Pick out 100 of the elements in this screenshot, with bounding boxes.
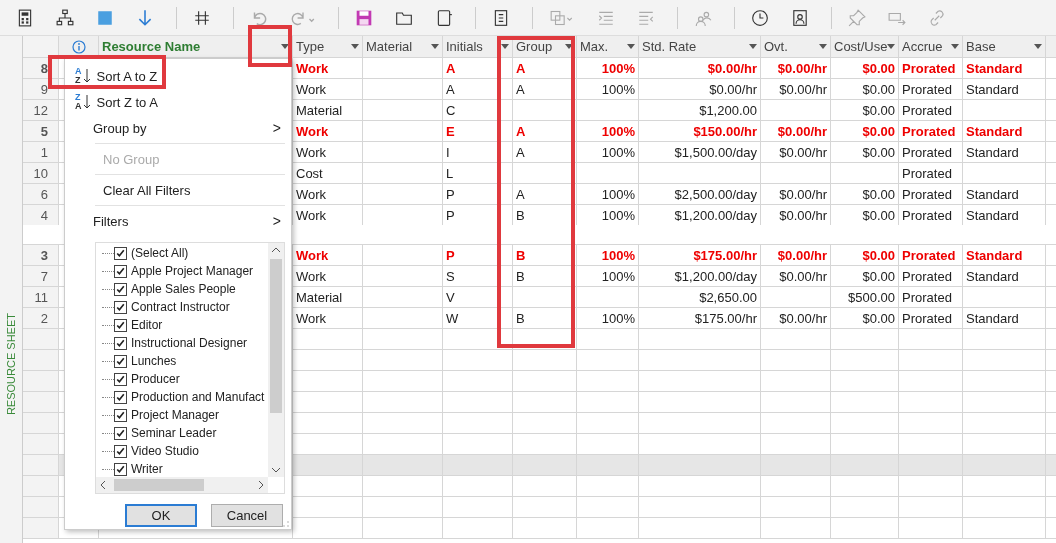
column-header[interactable]: Accrue [899, 36, 963, 57]
checkbox[interactable] [114, 408, 127, 422]
row-header[interactable]: 4 [23, 205, 59, 225]
table-cell: A [516, 81, 525, 97]
table-cell: Work [296, 247, 329, 263]
vertical-scrollbar[interactable] [268, 243, 284, 477]
table-cell: P [446, 207, 455, 223]
resize-grip-icon[interactable] [283, 521, 289, 527]
filter-option[interactable]: Producer [96, 370, 268, 388]
checkbox[interactable] [114, 390, 127, 404]
horizontal-scrollbar[interactable] [96, 477, 268, 493]
filter-option[interactable]: Instructional Designer [96, 334, 268, 352]
filter-option[interactable]: Lunches [96, 352, 268, 370]
row-header[interactable]: 3 [23, 245, 59, 265]
filter-option[interactable]: Seminar Leader [96, 424, 268, 442]
square-icon[interactable] [96, 8, 114, 27]
menu-item[interactable]: Group by > [65, 115, 291, 141]
table-cell: 100% [601, 247, 635, 263]
table-cell: Prorated [902, 165, 952, 181]
checkbox[interactable] [114, 246, 127, 260]
checkbox[interactable] [114, 354, 127, 368]
column-header[interactable]: Std. Rate [639, 36, 761, 57]
table-cell: Work [296, 123, 329, 139]
clock-icon[interactable] [751, 8, 769, 27]
row-header[interactable]: 1 [23, 142, 59, 162]
checkbox[interactable] [114, 444, 127, 458]
menu-item[interactable]: A Z Sort A to Z [65, 63, 291, 89]
column-header[interactable]: Base [963, 36, 1046, 57]
filter-option[interactable]: Writer [96, 460, 268, 477]
column-header[interactable]: Cost/Use [831, 36, 899, 57]
dropdown-icon[interactable] [565, 44, 573, 49]
dropdown-icon[interactable] [819, 44, 827, 49]
scroll-left-icon[interactable] [98, 480, 108, 490]
row-header[interactable]: 5 [23, 121, 59, 141]
checkbox[interactable] [114, 282, 127, 296]
filter-option[interactable]: Project Manager [96, 406, 268, 424]
checkbox[interactable] [114, 426, 127, 440]
filter-option[interactable]: Editor [96, 316, 268, 334]
table-cell: $1,200.00 [699, 102, 757, 118]
table-cell: A [516, 144, 525, 160]
menu-item[interactable]: Z A Sort Z to A [65, 89, 291, 115]
hash-icon[interactable] [193, 8, 211, 27]
table-cell: $150.00/hr [693, 123, 757, 139]
checkbox[interactable] [114, 300, 127, 314]
row-header[interactable]: 6 [23, 184, 59, 204]
notebook-icon[interactable] [435, 8, 453, 27]
table-cell: $0.00/hr [777, 60, 827, 76]
table-cell: B [516, 310, 525, 326]
filter-option[interactable]: Apple Sales People [96, 280, 268, 298]
checkbox[interactable] [114, 372, 127, 386]
menu-item[interactable]: Filters > [65, 208, 291, 234]
checkbox[interactable] [114, 462, 127, 476]
column-header[interactable]: Group [513, 36, 577, 57]
dropdown-icon[interactable] [431, 44, 439, 49]
row-header[interactable]: 11 [23, 287, 59, 307]
calculator-icon[interactable] [16, 8, 34, 27]
dropdown-icon[interactable] [501, 44, 509, 49]
checkbox[interactable] [114, 318, 127, 332]
ok-button[interactable]: OK [125, 504, 197, 527]
dropdown-icon[interactable] [951, 44, 959, 49]
dropdown-icon[interactable] [281, 44, 289, 49]
column-header[interactable]: Initials [443, 36, 513, 57]
filter-option[interactable]: Production and Manufact [96, 388, 268, 406]
table-cell: Standard [966, 268, 1019, 284]
contact-card-icon[interactable] [791, 8, 809, 27]
table-cell: Cost [296, 165, 323, 181]
menu-item[interactable]: Clear All Filters [65, 177, 291, 203]
checkbox[interactable] [114, 336, 127, 350]
row-header[interactable]: 10 [23, 163, 59, 183]
column-header[interactable]: Ovt. [761, 36, 831, 57]
filter-option[interactable]: Video Studio [96, 442, 268, 460]
list-icon[interactable] [492, 8, 510, 27]
dropdown-icon[interactable] [351, 44, 359, 49]
table-cell: $0.00 [862, 60, 895, 76]
column-header[interactable]: Type [293, 36, 363, 57]
save-icon[interactable] [355, 8, 373, 27]
column-header[interactable]: Resource Name [99, 36, 293, 57]
row-header[interactable]: 7 [23, 266, 59, 286]
checkbox[interactable] [114, 264, 127, 278]
scroll-up-icon[interactable] [271, 245, 281, 255]
table-cell: Work [296, 207, 327, 223]
table-cell: $0.00 [862, 123, 895, 139]
org-chart-icon[interactable] [56, 8, 74, 27]
scroll-down-icon[interactable] [271, 465, 281, 475]
dropdown-icon[interactable] [887, 44, 896, 49]
dropdown-icon[interactable] [627, 44, 635, 49]
filter-option[interactable]: Contract Instructor [96, 298, 268, 316]
scroll-right-icon[interactable] [256, 480, 266, 490]
row-header[interactable]: 2 [23, 308, 59, 328]
cancel-button[interactable]: Cancel [211, 504, 283, 527]
filter-option[interactable]: Apple Project Manager [96, 262, 268, 280]
down-arrow-icon[interactable] [136, 8, 154, 27]
filter-option[interactable]: (Select All) [96, 244, 268, 262]
table-cell: $2,500.00/day [674, 186, 757, 202]
column-header[interactable]: Material [363, 36, 443, 57]
column-header[interactable]: Max. [577, 36, 639, 57]
row-header[interactable]: 12 [23, 100, 59, 120]
dropdown-icon[interactable] [1034, 44, 1042, 49]
row-header[interactable]: 9 [23, 79, 59, 99]
dropdown-icon[interactable] [749, 44, 757, 49]
